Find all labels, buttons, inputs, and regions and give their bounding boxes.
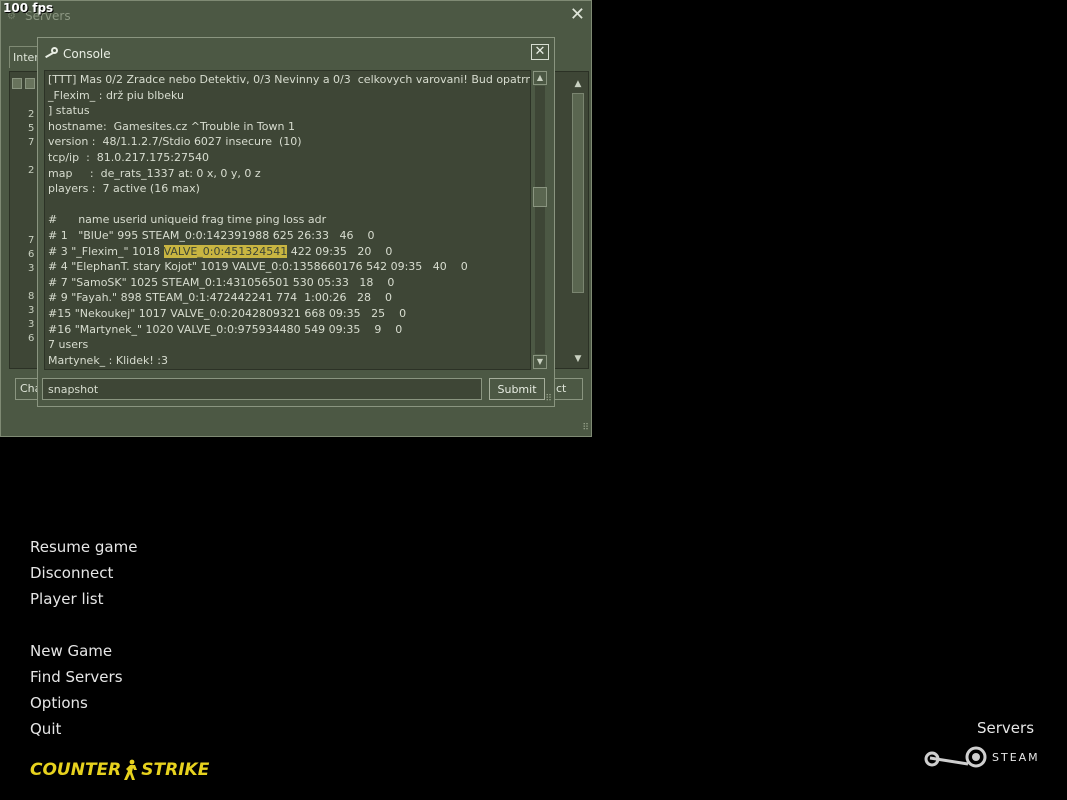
console-line: 7 users (48, 338, 89, 352)
console-line: #16 "Martynek_" 1020 VALVE_0:0:975934480… (48, 322, 403, 336)
scrollbar-thumb[interactable] (533, 187, 547, 207)
servers-link[interactable]: Servers (977, 719, 1034, 737)
steam-logo-icon (924, 746, 987, 768)
game-screen: 100 fps ⚙ Servers ✕ Inter 25727638336 ▲ … (0, 0, 1067, 800)
servers-close-icon[interactable]: ✕ (570, 6, 585, 24)
console-scrollbar[interactable]: ▲ ▼ (532, 70, 548, 370)
menu-player-list[interactable]: Player list (30, 590, 103, 608)
console-line: #15 "Nekoukej" 1017 VALVE_0:0:2042809321… (48, 306, 407, 320)
scrollbar-thumb[interactable] (572, 93, 584, 293)
steam-wordmark: STEAM (992, 750, 1040, 764)
menu-find-servers[interactable]: Find Servers (30, 668, 123, 686)
scroll-down-icon[interactable]: ▼ (533, 355, 547, 369)
lock-icon[interactable] (12, 78, 22, 89)
tab-internet[interactable]: Inter (9, 46, 39, 68)
server-row-number: 2 (28, 109, 35, 120)
console-line: # 7 "SamoSK" 1025 STEAM_0:1:431056501 53… (48, 275, 395, 289)
server-row-number: 6 (28, 249, 35, 260)
resize-grip-icon[interactable]: ⠿ (582, 423, 589, 433)
steam-logo: STEAM (924, 746, 1040, 776)
menu-options[interactable]: Options (30, 694, 88, 712)
console-title: Console (63, 47, 111, 61)
scroll-up-icon[interactable]: ▲ (571, 77, 585, 91)
server-row-number: 7 (28, 137, 35, 148)
console-line-text: 422 09:35 20 0 (287, 244, 393, 258)
console-line: players : 7 active (16 max) (48, 182, 200, 196)
console-line: Martynek_ : Klidek! :3 (48, 353, 168, 367)
menu-disconnect[interactable]: Disconnect (30, 564, 113, 582)
logo-text-strike: STRIKE (141, 760, 210, 780)
console-line: map : de_rats_1337 at: 0 x, 0 y, 0 z (48, 166, 261, 180)
server-row-number: 3 (28, 263, 35, 274)
fps-counter: 100 fps (3, 1, 54, 15)
server-row-number: 3 (28, 305, 35, 316)
soldier-icon (124, 759, 138, 780)
scroll-up-icon[interactable]: ▲ (533, 71, 547, 85)
console-line: ] status (48, 104, 90, 118)
counter-strike-logo: COUNTER STRIKE (30, 759, 209, 781)
menu-resume-game[interactable]: Resume game (30, 538, 137, 556)
server-row-number: 8 (28, 291, 35, 302)
scrollbar-track[interactable] (535, 86, 545, 354)
resize-grip-icon[interactable]: ⠿ (545, 394, 552, 404)
server-row-number: 6 (28, 333, 35, 344)
scroll-down-icon[interactable]: ▼ (571, 352, 585, 366)
submit-button[interactable]: Submit (489, 378, 545, 400)
steam-icon (44, 47, 58, 61)
server-list-scrollbar[interactable]: ▲ ▼ (571, 77, 585, 367)
secure-icon[interactable] (25, 78, 35, 89)
console-line-text: # 3 "_Flexim_" 1018 (48, 244, 164, 258)
console-close-icon[interactable]: ✕ (531, 44, 549, 60)
console-input[interactable] (42, 378, 482, 400)
console-text: [TTT] Mas 0/2 Zradce nebo Detektiv, 0/3 … (48, 72, 531, 368)
console-line: # 4 "ElephanT. stary Kojot" 1019 VALVE_0… (48, 260, 468, 274)
console-line: tcp/ip : 81.0.217.175:27540 (48, 150, 209, 164)
selected-text[interactable]: VALVE_0:0:451324541 (163, 244, 288, 258)
console-line: [TTT] Mas 0/2 Zradce nebo Detektiv, 0/3 … (48, 73, 531, 86)
console-line: _Flexim_ : drž piu blbeku (48, 88, 185, 102)
logo-text-counter: COUNTER (30, 760, 122, 780)
console-line: # 3 "_Flexim_" 1018 VALVE_0:0:451324541 … (48, 244, 528, 260)
menu-quit[interactable]: Quit (30, 720, 61, 738)
server-row-number: 3 (28, 319, 35, 330)
server-row-number: 7 (28, 235, 35, 246)
menu-new-game[interactable]: New Game (30, 642, 112, 660)
console-line: version : 48/1.1.2.7/Stdio 6027 insecure… (48, 135, 302, 149)
console-window: Console ✕ [TTT] Mas 0/2 Zradce nebo Dete… (37, 37, 555, 407)
console-line: # 1 "BlUe" 995 STEAM_0:0:142391988 625 2… (48, 228, 375, 242)
console-output[interactable]: [TTT] Mas 0/2 Zradce nebo Detektiv, 0/3 … (44, 70, 531, 370)
server-row-number: 5 (28, 123, 35, 134)
console-line: # name userid uniqueid frag time ping lo… (48, 213, 327, 227)
console-line: # 9 "Fayah." 898 STEAM_0:1:472442241 774… (48, 291, 393, 305)
server-row-number: 2 (28, 165, 35, 176)
console-line: hostname: Gamesites.cz ^Trouble in Town … (48, 119, 295, 133)
